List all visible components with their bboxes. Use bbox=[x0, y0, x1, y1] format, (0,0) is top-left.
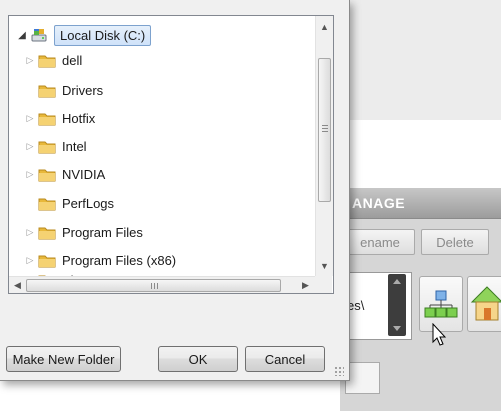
collapsed-arrow-icon[interactable]: ▷ bbox=[25, 227, 35, 237]
ok-button[interactable]: OK bbox=[158, 346, 238, 372]
folder-icon bbox=[38, 198, 56, 210]
scroll-left-arrow-icon[interactable]: ◀ bbox=[9, 277, 26, 293]
delete-button[interactable]: Delete bbox=[421, 229, 489, 255]
cancel-button[interactable]: Cancel bbox=[245, 346, 325, 372]
tree-item-label: Drivers bbox=[62, 82, 104, 98]
scrollbar-corner bbox=[315, 276, 332, 293]
scroll-right-arrow-icon[interactable]: ▶ bbox=[297, 277, 314, 293]
mouse-pointer-icon bbox=[432, 323, 447, 346]
folder-icon bbox=[38, 255, 56, 267]
horizontal-scrollbar[interactable]: ◀ ▶ bbox=[9, 276, 315, 293]
folder-icon bbox=[38, 227, 56, 239]
home-button[interactable] bbox=[467, 276, 501, 332]
tree-item-program-files[interactable]: ▷ Program Files bbox=[25, 220, 143, 244]
resize-grip-icon[interactable] bbox=[334, 366, 344, 376]
folder-icon bbox=[38, 141, 56, 153]
tree-item-label: dell bbox=[62, 52, 83, 68]
folder-icon bbox=[38, 113, 56, 125]
folder-icon bbox=[38, 85, 56, 97]
bottom-input-box[interactable] bbox=[345, 362, 380, 394]
collapsed-arrow-icon[interactable]: ▷ bbox=[25, 113, 35, 123]
tree-item-label: Hotfix bbox=[62, 110, 96, 126]
vertical-scroll-thumb[interactable] bbox=[318, 58, 331, 202]
collapsed-arrow-icon[interactable]: ▷ bbox=[25, 141, 35, 151]
folder-icon bbox=[38, 169, 56, 181]
tree-item-perflogs[interactable]: PerfLogs bbox=[25, 191, 114, 215]
tree-item-label: Program Files bbox=[62, 224, 143, 240]
tree-item-label: NVIDIA bbox=[62, 166, 106, 182]
vertical-scrollbar[interactable]: ▲ ▼ bbox=[315, 16, 333, 276]
folder-tree-view[interactable]: ◢ Local Disk (C:) ▷ dell Drivers ▷ Hotfi… bbox=[8, 15, 334, 294]
drive-icon bbox=[31, 29, 47, 42]
collapsed-arrow-icon[interactable]: ▷ bbox=[25, 55, 35, 65]
tree-item-drivers[interactable]: Drivers bbox=[25, 78, 103, 102]
scroll-down-arrow-icon[interactable] bbox=[393, 326, 401, 331]
folder-icon bbox=[38, 55, 56, 67]
collapsed-arrow-icon[interactable]: ▷ bbox=[25, 169, 35, 179]
horizontal-scroll-thumb[interactable] bbox=[26, 279, 281, 292]
scroll-up-arrow-icon[interactable]: ▲ bbox=[316, 18, 333, 35]
tree-item-label: Program Files (x86) bbox=[62, 252, 177, 268]
tree-item-label: Intel bbox=[62, 138, 87, 154]
background-toolbar-area bbox=[340, 0, 501, 120]
rename-button[interactable]: ename bbox=[345, 229, 415, 255]
tree-item-local-disk[interactable]: ◢ Local Disk (C:) bbox=[17, 23, 152, 47]
tree-item-intel[interactable]: ▷ Intel bbox=[25, 134, 87, 158]
tree-item-label: Local Disk (C:) bbox=[54, 24, 152, 46]
tree-item-dell[interactable]: ▷ dell bbox=[25, 48, 83, 72]
expander-placeholder bbox=[25, 85, 35, 95]
home-icon bbox=[470, 286, 501, 321]
scroll-up-arrow-icon[interactable] bbox=[393, 279, 401, 284]
tree-item-label: PerfLogs bbox=[62, 195, 115, 211]
tree-item-nvidia[interactable]: ▷ NVIDIA bbox=[25, 162, 106, 186]
expanded-arrow-icon[interactable]: ◢ bbox=[17, 30, 27, 41]
collapsed-arrow-icon[interactable]: ▷ bbox=[25, 255, 35, 265]
expander-placeholder bbox=[25, 198, 35, 208]
manage-panel-title: ANAGE bbox=[352, 195, 406, 211]
tree-item-hotfix[interactable]: ▷ Hotfix bbox=[25, 106, 96, 130]
make-new-folder-button[interactable]: Make New Folder bbox=[6, 346, 121, 372]
scroll-down-arrow-icon[interactable]: ▼ bbox=[316, 257, 333, 274]
browse-folder-dialog: ◢ Local Disk (C:) ▷ dell Drivers ▷ Hotfi… bbox=[0, 0, 350, 381]
